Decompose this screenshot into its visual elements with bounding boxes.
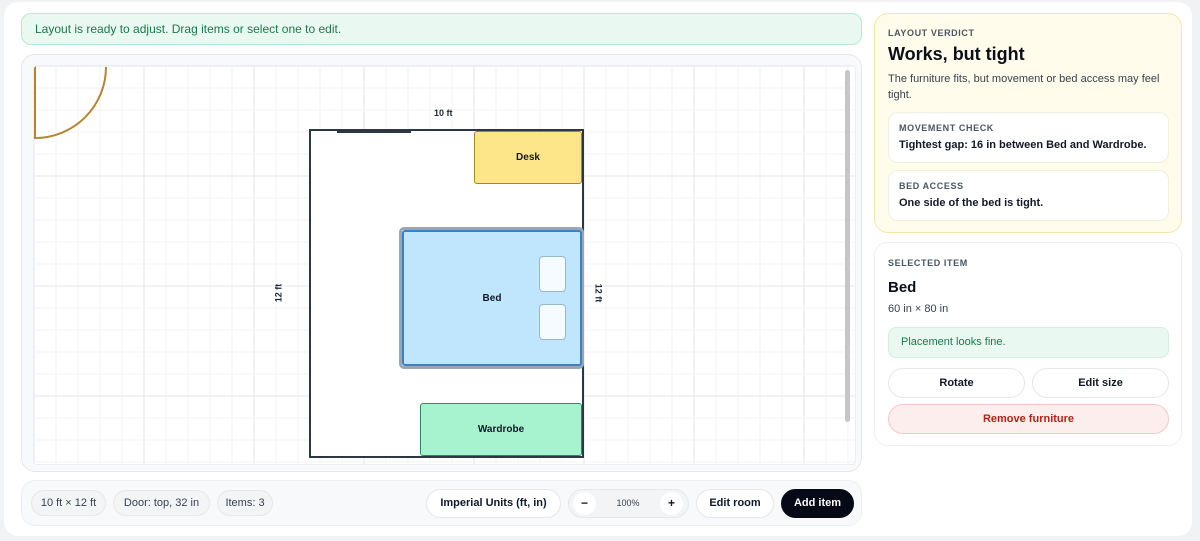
selected-item-card: SELECTED ITEM Bed 60 in × 80 in Placemen… [874, 242, 1182, 446]
bed-access-card: BED ACCESS One side of the bed is tight. [888, 170, 1169, 221]
pillow-icon [539, 256, 566, 292]
furniture-desk[interactable]: Desk [474, 131, 582, 184]
zoom-in-button[interactable]: + [660, 492, 683, 515]
zoom-out-button[interactable]: − [573, 492, 596, 515]
items-count-chip: Items: 3 [217, 490, 273, 516]
door-opening [337, 129, 411, 133]
furniture-desk-label: Desk [516, 152, 540, 163]
verdict-eyebrow: LAYOUT VERDICT [888, 28, 975, 38]
bed-access-text: One side of the bed is tight. [899, 197, 1044, 209]
pillow-icon [539, 304, 566, 340]
furniture-wardrobe[interactable]: Wardrobe [420, 403, 582, 456]
remove-furniture-button[interactable]: Remove furniture [888, 404, 1169, 434]
zoom-control: − 100% + [568, 489, 689, 518]
layout-verdict-card: LAYOUT VERDICT Works, but tight The furn… [874, 13, 1182, 233]
movement-check-card: MOVEMENT CHECK Tightest gap: 16 in betwe… [888, 112, 1169, 163]
placement-status: Placement looks fine. [888, 327, 1169, 358]
selected-item-name: Bed [888, 279, 917, 296]
movement-check-text: Tightest gap: 16 in between Bed and Ward… [899, 139, 1147, 151]
room-width-label: 10 ft [434, 108, 453, 118]
selected-eyebrow: SELECTED ITEM [888, 258, 968, 268]
furniture-bed-label: Bed [482, 292, 502, 304]
bottom-toolbar: 10 ft × 12 ft Door: top, 32 in Items: 3 … [21, 480, 862, 526]
room-size-chip: 10 ft × 12 ft [31, 490, 106, 516]
status-banner: Layout is ready to adjust. Drag items or… [21, 13, 862, 45]
add-item-button[interactable]: Add item [781, 489, 854, 518]
units-toggle-button[interactable]: Imperial Units (ft, in) [426, 489, 561, 518]
door-swing-icon [34, 66, 107, 140]
canvas-scrollbar[interactable] [845, 70, 850, 422]
room-height-label-left: 12 ft [273, 283, 284, 303]
zoom-level: 100% [616, 498, 640, 508]
furniture-bed[interactable]: Bed [402, 230, 582, 366]
verdict-description: The furniture fits, but movement or bed … [888, 73, 1160, 101]
floor-plan-canvas[interactable]: 10 ft 12 ft 12 ft Desk Bed Wardrobe [33, 65, 856, 465]
edit-size-button[interactable]: Edit size [1032, 368, 1169, 398]
door-chip: Door: top, 32 in [113, 490, 210, 516]
canvas-panel: 10 ft 12 ft 12 ft Desk Bed Wardrobe [21, 54, 862, 472]
app-shell: Layout is ready to adjust. Drag items or… [4, 2, 1192, 536]
rotate-button[interactable]: Rotate [888, 368, 1025, 398]
movement-check-eyebrow: MOVEMENT CHECK [899, 123, 994, 133]
furniture-wardrobe-label: Wardrobe [477, 424, 525, 435]
edit-room-button[interactable]: Edit room [696, 489, 774, 518]
bed-access-eyebrow: BED ACCESS [899, 181, 964, 191]
verdict-title: Works, but tight [888, 44, 1025, 64]
selected-item-size: 60 in × 80 in [888, 303, 949, 315]
room-height-label-right: 12 ft [593, 283, 604, 303]
